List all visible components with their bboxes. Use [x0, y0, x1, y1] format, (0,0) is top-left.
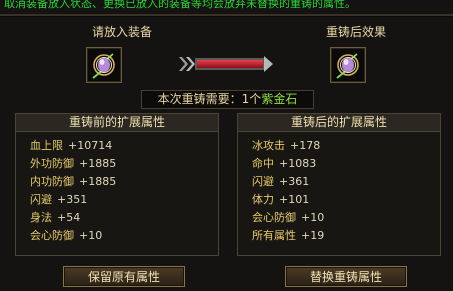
cost-display: 本次重铸需要：1个紫金石	[141, 90, 314, 109]
attribute-name: 内功防御	[30, 175, 74, 188]
divider	[0, 14, 453, 17]
attribute-name: 闪避	[252, 175, 274, 188]
attribute-value: +54	[57, 211, 81, 224]
attribute-value: +1083	[279, 157, 317, 170]
attribute-row: 会心防御 +10	[252, 209, 440, 227]
attribute-value: +1885	[79, 157, 117, 170]
cost-count: 1个	[241, 92, 262, 106]
attribute-row: 冰攻击 +178	[252, 137, 440, 155]
attribute-name: 外功防御	[30, 157, 74, 170]
purple-gem-ring-icon	[336, 53, 359, 79]
attribute-name: 命中	[252, 157, 274, 170]
cost-item-name: 紫金石	[261, 92, 298, 106]
attribute-row: 身法 +54	[30, 209, 218, 227]
attribute-row: 所有属性 +19	[252, 227, 440, 245]
attribute-name: 体力	[252, 193, 274, 206]
replace-reforge-button[interactable]: 替换重铸属性	[285, 266, 407, 287]
attribute-value: +361	[279, 175, 310, 188]
input-slot-label: 请放入装备	[92, 25, 153, 39]
attribute-value: +1885	[79, 175, 117, 188]
attribute-row: 闪避 +351	[30, 191, 218, 209]
before-attributes-panel: 重铸前的扩展属性 血上限 +10714 外功防御 +1885 内功防御 +1885 闪…	[15, 113, 219, 256]
attribute-name: 所有属性	[252, 229, 296, 242]
attribute-row: 血上限 +10714	[30, 137, 218, 155]
attribute-row: 闪避 +361	[252, 173, 440, 191]
attribute-name: 冰攻击	[252, 139, 285, 152]
attribute-value: +19	[301, 229, 325, 242]
attribute-row: 体力 +101	[252, 191, 440, 209]
attribute-value: +10	[301, 211, 325, 224]
result-slot-label: 重铸后效果	[326, 25, 387, 39]
reforge-arrow-icon	[179, 56, 273, 72]
after-attributes-panel: 重铸后的扩展属性 冰攻击 +178 命中 +1083 闪避 +361 体力 +101 会…	[237, 113, 441, 256]
attribute-name: 会心防御	[252, 211, 296, 224]
cost-prefix: 本次重铸需要：	[157, 92, 242, 106]
attribute-value: +101	[279, 193, 310, 206]
attribute-row: 外功防御 +1885	[30, 155, 218, 173]
attribute-row: 命中 +1083	[252, 155, 440, 173]
attribute-name: 身法	[30, 211, 52, 224]
attribute-name: 会心防御	[30, 229, 74, 242]
attribute-name: 闪避	[30, 193, 52, 206]
attribute-value: +178	[290, 139, 321, 152]
attribute-row: 会心防御 +10	[30, 227, 218, 245]
keep-original-button[interactable]: 保留原有属性	[63, 266, 185, 287]
before-panel-title: 重铸前的扩展属性	[16, 114, 218, 132]
equipment-result-slot	[330, 47, 366, 83]
attribute-value: +351	[57, 193, 88, 206]
equipment-input-slot[interactable]	[86, 47, 122, 83]
after-panel-title: 重铸后的扩展属性	[238, 114, 440, 132]
attribute-value: +10714	[68, 139, 113, 152]
attribute-row: 内功防御 +1885	[30, 173, 218, 191]
attribute-value: +10	[79, 229, 103, 242]
purple-gem-ring-icon	[92, 53, 115, 79]
attribute-name: 血上限	[30, 139, 63, 152]
notice-text: 取消装备放入状态、更换已放入的装备等均会放弃未替换的重铸的属性。	[4, 0, 356, 10]
